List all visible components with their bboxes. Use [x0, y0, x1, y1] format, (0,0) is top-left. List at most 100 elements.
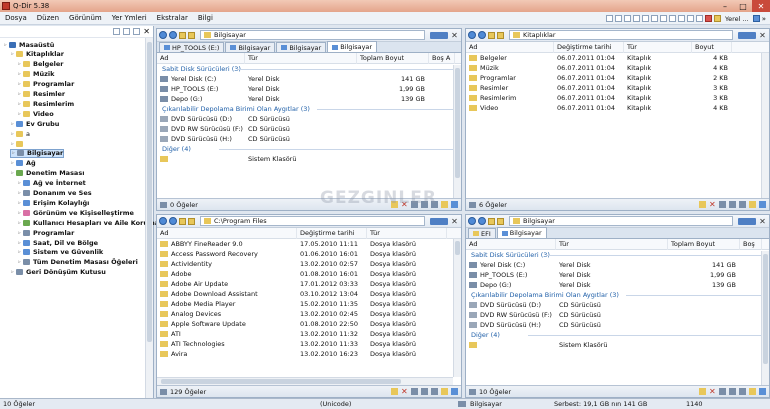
menu-gorunum[interactable]: Görünüm — [64, 14, 107, 22]
table-row[interactable]: Müzik 06.07.2011 01:04 Kitaplık 4 KB — [466, 63, 769, 73]
expand-icon[interactable]: ▹ — [17, 259, 22, 265]
properties-icon[interactable] — [759, 201, 766, 208]
tree-item[interactable]: ▹ Sistem ve Güvenlik — [17, 248, 103, 257]
table-row[interactable]: Adobe Air Update 17.01.2012 03:33 Dosya kl… — [157, 279, 461, 289]
folder-icon[interactable] — [188, 31, 195, 39]
table-row[interactable]: DVD Sürücüsü (H:) CD Sürücüsü — [157, 134, 461, 144]
table-row[interactable]: HP_TOOLS (E:) Yerel Disk 1,99 GB — [157, 84, 461, 94]
copy-icon[interactable] — [729, 201, 736, 208]
up-icon[interactable] — [179, 217, 186, 225]
tree-item[interactable]: ▹ — [10, 139, 26, 148]
tree-item[interactable]: ▹ Programlar — [17, 228, 74, 237]
tree-close-icon[interactable]: ✕ — [143, 27, 150, 36]
forward-icon[interactable] — [478, 31, 486, 39]
expand-icon[interactable]: ▹ — [17, 91, 22, 97]
tree-item[interactable]: ▹ Ağ ve İnternet — [17, 179, 86, 188]
tab-bilgisayar-2[interactable]: Bilgisayar — [276, 42, 327, 52]
tree-item[interactable]: ▹ Görünüm ve Kişiselleştirme — [17, 208, 134, 217]
expand-icon[interactable]: ▹ — [10, 51, 15, 57]
menu-bilgi[interactable]: Bilgi — [193, 14, 218, 22]
group-header[interactable]: Çıkarılabilir Depolama Birimi Olan Aygıt… — [466, 290, 769, 300]
table-row[interactable]: DVD Sürücüsü (D:) CD Sürücüsü — [157, 114, 461, 124]
expand-icon[interactable]: ▹ — [17, 249, 22, 255]
table-row[interactable]: ATI Technologies 13.02.2010 11:33 Dosya kl… — [157, 339, 461, 349]
col-tur[interactable]: Tür — [556, 238, 668, 250]
delete-icon[interactable]: ✕ — [709, 388, 716, 396]
menu-duzen[interactable]: Düzen — [32, 14, 64, 22]
rename-icon[interactable] — [441, 388, 448, 395]
flag-icon[interactable] — [704, 15, 712, 22]
tree-item[interactable]: ▹ Müzik — [17, 70, 54, 79]
menu-dosya[interactable]: Dosya — [0, 14, 32, 22]
pane-bl-address[interactable]: C:\Program Files — [200, 216, 425, 226]
tab-bilgisayar[interactable]: Bilgisayar — [496, 227, 547, 238]
col-ad[interactable]: Ad — [466, 238, 556, 250]
tree-copy-icon[interactable] — [133, 28, 141, 35]
forward-icon[interactable] — [478, 217, 486, 225]
pane-br-address[interactable]: Bilgisayar — [509, 216, 733, 226]
expand-icon[interactable]: ▹ — [17, 61, 22, 67]
col-ad[interactable]: Ad — [157, 52, 245, 64]
pane-tl-scrollbar[interactable] — [453, 65, 461, 200]
expand-icon[interactable]: ▹ — [10, 141, 15, 147]
settings-icon[interactable] — [391, 388, 398, 395]
rows-icon[interactable] — [650, 15, 658, 22]
panes-icon[interactable] — [623, 15, 631, 22]
properties-icon[interactable] — [451, 388, 458, 395]
table-row[interactable]: Programlar 06.07.2011 01:04 Kitaplık 2 KB — [466, 73, 769, 83]
col-degistirme-tarihi[interactable]: Değiştirme tarihi — [297, 227, 367, 239]
tree-new-icon[interactable] — [123, 28, 131, 35]
drive-menu[interactable]: Yerel ... — [725, 15, 749, 23]
table-row[interactable]: Yerel Disk (C:) Yerel Disk 141 GB — [157, 74, 461, 84]
tree-item[interactable]: ▹ Erişim Kolaylığı — [17, 198, 89, 207]
group-header[interactable]: Çıkarılabilir Depolama Birimi Olan Aygıt… — [157, 104, 461, 114]
col-boyut[interactable]: Boyut — [692, 41, 732, 53]
group-header[interactable]: Sabit Disk Sürücüleri (3) — [157, 64, 461, 74]
table-row[interactable]: Adobe Media Player 15.02.2010 11:35 Dosya … — [157, 299, 461, 309]
expand-icon[interactable]: ▹ — [10, 269, 15, 275]
paste-icon[interactable] — [739, 201, 746, 208]
hscroll-thumb[interactable] — [161, 379, 401, 384]
expand-icon[interactable]: ▹ — [17, 71, 22, 77]
col-tur[interactable]: Tür — [245, 52, 357, 64]
table-row[interactable]: ATI 13.02.2010 11:32 Dosya klasörü — [157, 329, 461, 339]
table-row[interactable]: Apple Software Update 01.08.2010 22:50 Dos… — [157, 319, 461, 329]
table-row[interactable]: Resimlerim 06.07.2011 01:04 Kitaplık 3 KB — [466, 93, 769, 103]
table-row[interactable]: Adobe Download Assistant 03.10.2012 13:04… — [157, 289, 461, 299]
view-mode-icon[interactable] — [738, 31, 756, 39]
quad-icon[interactable] — [686, 15, 694, 22]
expand-icon[interactable]: ▹ — [10, 131, 15, 137]
col-tur[interactable]: Tür — [367, 227, 447, 239]
expand-icon[interactable]: ▹ — [17, 200, 22, 206]
table-row[interactable]: ABBYY FineReader 9.0 17.05.2010 11:11 Dosy… — [157, 239, 461, 249]
paste-icon[interactable] — [431, 388, 438, 395]
settings-icon[interactable] — [699, 388, 706, 395]
folder-icon[interactable] — [497, 31, 504, 39]
table-row[interactable]: Sistem Klasörü — [466, 340, 769, 350]
pane-tr-close-icon[interactable]: ✕ — [758, 31, 767, 40]
cut-icon[interactable] — [719, 388, 726, 395]
table-row[interactable]: Access Password Recovery 01.06.2010 16:01… — [157, 249, 461, 259]
table-row[interactable]: Adobe 01.08.2010 16:01 Dosya klasörü — [157, 269, 461, 279]
rename-icon[interactable] — [441, 201, 448, 208]
grid-icon[interactable] — [632, 15, 640, 22]
col-toplam-boyut[interactable]: Toplam Boyut — [357, 52, 429, 64]
expand-icon[interactable]: ▹ — [17, 240, 22, 246]
table-row[interactable]: DVD RW Sürücüsü (F:) CD Sürücüsü — [466, 310, 769, 320]
pane-tl-close-icon[interactable]: ✕ — [450, 31, 459, 40]
expand-icon[interactable]: ▹ — [17, 230, 22, 236]
pane-bl-hscrollbar[interactable] — [157, 377, 453, 385]
split-icon[interactable] — [659, 15, 667, 22]
tile-icon[interactable] — [668, 15, 676, 22]
more-chevron[interactable]: » — [762, 15, 766, 23]
scroll-thumb[interactable] — [763, 254, 768, 364]
forward-icon[interactable] — [169, 217, 177, 225]
paste-icon[interactable] — [739, 388, 746, 395]
back-icon[interactable] — [159, 31, 167, 39]
pane-bl-scrollbar[interactable] — [453, 239, 461, 377]
star-icon[interactable] — [713, 15, 721, 22]
tree-item[interactable]: ▹ Masaüstü — [3, 40, 54, 49]
delete-icon[interactable]: ✕ — [401, 388, 408, 396]
list-icon[interactable] — [677, 15, 685, 22]
folder-icon[interactable] — [497, 217, 504, 225]
